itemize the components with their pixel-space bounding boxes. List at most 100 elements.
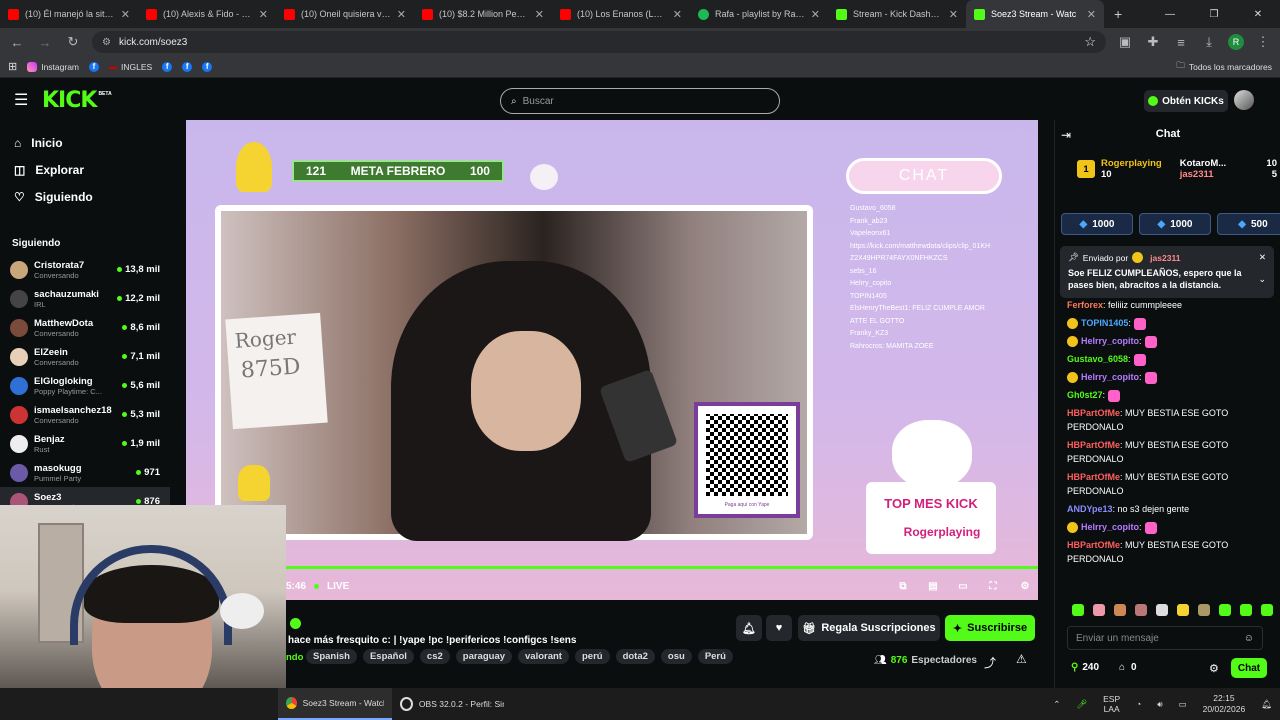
followed-channel[interactable]: MatthewDota Conversando 8,6 mil [0,313,170,342]
bookmark-star-icon[interactable]: ☆ [1084,34,1096,50]
emote-icon[interactable] [1219,604,1231,616]
stream-tag[interactable]: Spanish [306,649,357,664]
emote-icon[interactable] [1177,604,1189,616]
stream-tag[interactable]: valorant [518,649,569,664]
forward-icon[interactable]: → [36,35,54,50]
nav-home[interactable]: ⌂ Inicio [0,129,170,156]
report-icon[interactable]: ⚠ [1016,652,1027,666]
cast-icon[interactable]: ▣ [1116,34,1134,50]
bookmark-facebook-3[interactable]: f [182,61,193,72]
emote-icon[interactable] [1198,604,1210,616]
taskbar-chrome[interactable]: Soez3 Stream - Watch L [278,688,392,720]
browser-tab[interactable]: Stream - Kick Dashboard✕ [828,0,966,28]
close-tab-icon[interactable]: ✕ [1087,8,1096,21]
close-tab-icon[interactable]: ✕ [535,8,544,21]
followed-channel[interactable]: ElGlogloking Poppy Playtime: C... 5,6 mil [0,371,170,400]
maximize-icon[interactable]: ❐ [1192,9,1236,20]
stream-tag[interactable]: paraguay [455,649,513,664]
chat-username[interactable]: Gh0st27 [1067,390,1103,400]
menu-icon[interactable]: ⋮ [1254,34,1272,50]
browser-tab[interactable]: (10) Alexis & Fido - Soy lo✕ [138,0,276,28]
followed-channel[interactable]: ElZeein Conversando 7,1 mil [0,342,170,371]
media-icon[interactable]: ≡ [1172,35,1190,50]
apps-icon[interactable]: ⊞ [8,60,17,73]
chat-input[interactable]: Enviar un mensaje ☺ [1067,626,1263,650]
followed-channel[interactable]: Benjaz Rust 1,9 mil [0,429,170,458]
settings-icon[interactable]: ⚙ [1012,581,1038,592]
gift-subs-button[interactable]: 🎁︎ Regala Suscripciones [798,615,940,641]
points[interactable]: ⚲ 240 [1071,662,1099,673]
stream-category[interactable]: ndo [286,652,303,663]
share-icon[interactable]: ⤴ [984,654,996,671]
reload-icon[interactable]: ↻ [64,34,82,50]
notifications-icon[interactable]: 🔔︎ [1253,688,1280,720]
close-tab-icon[interactable]: ✕ [811,8,820,21]
bookmark-instagram[interactable]: Instagram [27,61,79,72]
chat-username[interactable]: Helrry_copito [1081,336,1139,346]
site-info-icon[interactable]: ⚙ [102,37,111,48]
chevron-up-icon[interactable]: ⌃ [1045,688,1068,720]
theater-icon[interactable]: ▭ [952,581,974,592]
kick-logo[interactable]: KICK [42,88,97,113]
bookmark-ingles[interactable]: ▬ INGLES [109,62,152,72]
close-tab-icon[interactable]: ✕ [673,8,682,21]
clip-icon[interactable]: ▤ [922,581,944,592]
emoji-icon[interactable]: ☺ [1244,633,1254,644]
emote-icon[interactable] [1072,604,1084,616]
browser-tab[interactable]: Soez3 Stream - Watc ✕ [966,0,1104,28]
followed-channel[interactable]: ismaelsanchez18 Conversando 5,3 mil [0,400,170,429]
fullscreen-icon[interactable]: ⛶ [982,581,1004,592]
close-tab-icon[interactable]: ✕ [397,8,406,21]
new-tab-icon[interactable]: + [1104,6,1132,22]
store[interactable]: ⌂ 0 [1119,662,1137,673]
close-window-icon[interactable]: ✕ [1236,9,1280,20]
language-indicator[interactable]: ESP LAA [1095,688,1128,720]
chat-username[interactable]: HBPartOfMe [1067,540,1120,550]
emote-icon[interactable] [1135,604,1147,616]
followed-channel[interactable]: Cristorata7 Conversando 13,8 mil [0,255,170,284]
browser-tab[interactable]: Rafa - playlist by Rafael.xr✕ [690,0,828,28]
stream-tag[interactable]: dota2 [615,649,655,664]
chat-username[interactable]: HBPartOfMe [1067,440,1120,450]
bookmark-facebook-4[interactable]: f [202,61,213,72]
nav-explore[interactable]: ◫ Explorar [0,156,170,183]
chevron-down-icon[interactable]: ⌄ [1258,274,1266,285]
battery-icon[interactable]: ▭ [1171,688,1195,720]
extensions-icon[interactable]: ✚ [1144,34,1162,50]
downloads-icon[interactable]: ⤓ [1200,34,1218,50]
stream-tag[interactable]: Perú [697,649,733,664]
unpin-icon[interactable]: ✕ [1259,252,1266,263]
search-input[interactable]: ⌕ Buscar [500,88,780,114]
chat-username[interactable]: TOPIN1405 [1081,318,1128,328]
chat-username[interactable]: HBPartOfMe [1067,472,1120,482]
bookmark-facebook-2[interactable]: f [162,61,173,72]
stream-tag[interactable]: Español [362,649,414,664]
follow-heart-button[interactable]: ♥ [766,615,792,641]
chat-settings-icon[interactable]: ⚙ [1209,662,1219,675]
hamburger-menu-icon[interactable]: ☰ [14,90,30,110]
chat-username[interactable]: Helrry_copito [1081,372,1139,382]
get-kicks-button[interactable]: Obtén KICKs [1144,90,1228,112]
pip-icon[interactable]: ⧉ [892,581,914,592]
followed-channel[interactable]: sachauzumaki IRL 12,2 mil [0,284,170,313]
emote-icon[interactable] [1261,604,1273,616]
back-icon[interactable]: ← [8,35,26,50]
browser-tab[interactable]: (10) Él manejó la situació✕ [0,0,138,28]
nav-following[interactable]: ♡ Siguiendo [0,183,170,210]
send-chat-button[interactable]: Chat [1231,658,1267,678]
chat-username[interactable]: Ferforex [1067,300,1103,310]
close-tab-icon[interactable]: ✕ [949,8,958,21]
gift-item[interactable]: ◆ 1000 [1061,213,1133,235]
stream-tag[interactable]: cs2 [419,649,450,664]
browser-tab[interactable]: (10) $8.2 Million Pension ✕ [414,0,552,28]
mic-icon[interactable]: 🎤︎ [1068,688,1095,720]
all-bookmarks[interactable]: 🗀 Todos los marcadores [1176,60,1272,74]
close-tab-icon[interactable]: ✕ [121,8,130,21]
chat-username[interactable]: Helrry_copito [1081,522,1139,532]
emote-icon[interactable] [1093,604,1105,616]
gift-item[interactable]: ◆ 1000 [1139,213,1211,235]
browser-tab[interactable]: (10) Los Enanos (Los Enan✕ [552,0,690,28]
chat-username[interactable]: ANDYpe13 [1067,504,1113,514]
gift-item[interactable]: ◆ 500 [1217,213,1280,235]
stream-tag[interactable]: osu [660,649,692,664]
